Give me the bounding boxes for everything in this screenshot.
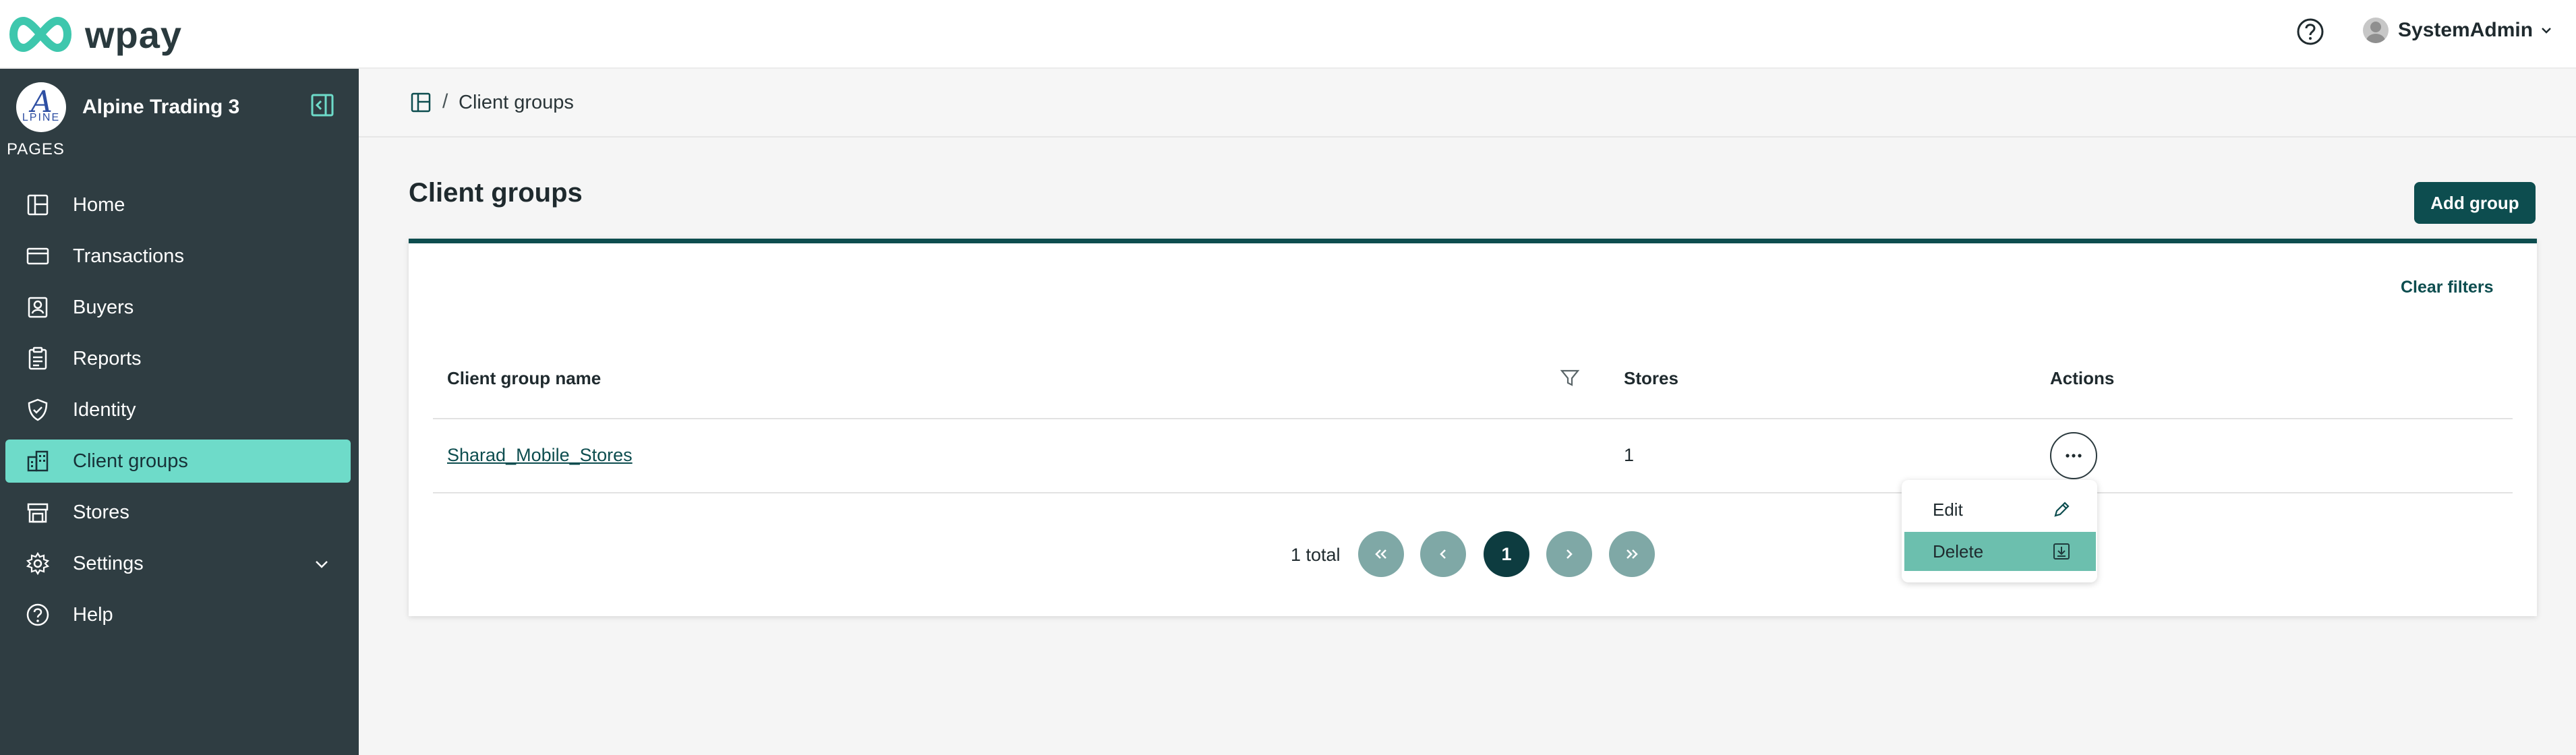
row-divider (433, 492, 2513, 493)
sidebar-item-identity[interactable]: Identity (5, 388, 351, 431)
client-groups-card (409, 239, 2537, 616)
building-icon (27, 450, 49, 472)
buyers-icon (28, 297, 48, 318)
sidebar-item-label: Settings (73, 552, 144, 574)
chevron-down-icon (2542, 28, 2551, 34)
pages-section-label: PAGES (7, 140, 65, 158)
sidebar-item-reports[interactable]: Reports (5, 337, 351, 380)
sidebar-item-stores[interactable]: Stores (5, 491, 351, 534)
org-name: Alpine Trading 3 (82, 96, 240, 118)
sidebar-item-label: Client groups (73, 450, 188, 472)
sidebar-item-label: Buyers (73, 296, 134, 318)
user-name: SystemAdmin (2398, 19, 2534, 41)
filter-icon[interactable] (1559, 367, 1581, 388)
sidebar-item-label: Reports (73, 347, 142, 369)
breadcrumb-current: Client groups (459, 92, 574, 113)
previous-page-button[interactable] (1420, 531, 1466, 577)
store-icon (27, 503, 49, 523)
sidebar-item-client-groups[interactable]: Client groups (5, 440, 351, 483)
double-chevron-left-icon (1375, 549, 1386, 559)
logo-text: wpay (85, 13, 183, 56)
home-icon[interactable] (410, 92, 432, 113)
sidebar: A LPINE Alpine Trading 3 PAGES Home Tran… (0, 69, 359, 755)
avatar (2363, 18, 2389, 43)
sidebar-item-label: Identity (73, 398, 136, 421)
breadcrumb: / Client groups (359, 69, 2576, 138)
help-icon (26, 603, 49, 626)
delete-icon (2053, 543, 2070, 560)
collapse-sidebar-icon[interactable] (309, 92, 336, 119)
row-divider (433, 418, 2513, 419)
top-bar: wpay SystemAdmin (0, 0, 2576, 69)
sidebar-item-buyers[interactable]: Buyers (5, 286, 351, 329)
next-page-button[interactable] (1546, 531, 1592, 577)
column-header-stores: Stores (1624, 368, 1678, 388)
card-icon (26, 247, 49, 265)
pagination-total: 1 total (1291, 545, 1341, 565)
org-switcher[interactable]: A LPINE Alpine Trading 3 (16, 82, 239, 132)
menu-item-delete[interactable]: Delete (1904, 532, 2096, 571)
row-actions-button[interactable] (2050, 432, 2097, 479)
first-page-button[interactable] (1358, 531, 1404, 577)
column-header-name[interactable]: Client group name (447, 368, 601, 389)
column-header-actions: Actions (2050, 368, 2115, 388)
menu-item-label: Delete (1933, 541, 1984, 562)
sidebar-item-settings[interactable]: Settings (5, 542, 351, 585)
shield-icon (28, 398, 48, 421)
last-page-button[interactable] (1609, 531, 1655, 577)
home-icon (27, 194, 49, 216)
sidebar-item-home[interactable]: Home (5, 183, 351, 227)
sidebar-item-help[interactable]: Help (5, 593, 351, 636)
chevron-left-icon (1440, 549, 1446, 559)
wpay-logo[interactable]: wpay (7, 9, 182, 59)
page-title: Client groups (409, 178, 583, 208)
infinity-logo-icon (9, 16, 71, 53)
breadcrumb-separator: / (442, 90, 448, 113)
stores-count: 1 (1624, 445, 1635, 465)
sidebar-item-label: Transactions (73, 245, 184, 267)
menu-item-label: Edit (1933, 500, 1963, 520)
sidebar-item-label: Stores (73, 501, 129, 523)
user-menu[interactable]: SystemAdmin (2363, 13, 2553, 47)
org-logo: A LPINE (16, 82, 66, 132)
client-group-name-link[interactable]: Sharad_Mobile_Stores (447, 445, 633, 466)
sidebar-item-label: Home (73, 193, 125, 216)
double-chevron-right-icon (1627, 549, 1638, 559)
chevron-down-icon (316, 561, 328, 568)
reports-icon (28, 346, 47, 370)
help-circle-icon[interactable] (2295, 17, 2325, 47)
sidebar-item-transactions[interactable]: Transactions (5, 235, 351, 278)
chevron-right-icon (1567, 549, 1573, 559)
org-logo-word: LPINE (22, 112, 61, 123)
add-group-button[interactable]: Add group (2414, 182, 2536, 224)
menu-item-edit[interactable]: Edit (1904, 490, 2096, 529)
page-1-button[interactable]: 1 (1484, 531, 1529, 577)
pencil-icon (2054, 502, 2070, 517)
gear-icon (26, 551, 50, 576)
sidebar-nav: Home Transactions Buyers Reports Identit… (5, 183, 351, 644)
clear-filters-link[interactable]: Clear filters (2401, 278, 2494, 297)
sidebar-item-label: Help (73, 603, 113, 626)
more-horizontal-icon (2066, 454, 2082, 458)
